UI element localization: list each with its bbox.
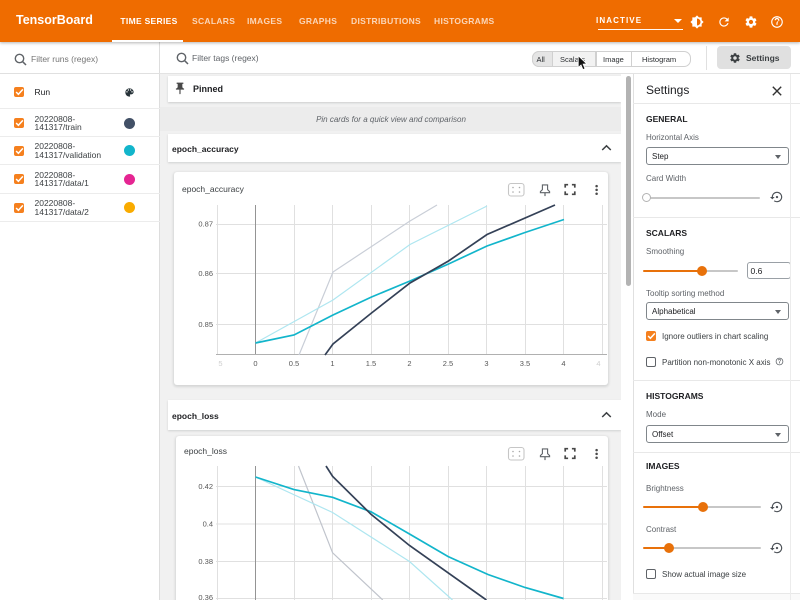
svg-text:0.42: 0.42 (198, 482, 213, 491)
svg-text:0.36: 0.36 (198, 593, 213, 600)
svg-text:0.85: 0.85 (198, 320, 213, 329)
svg-text:0.86: 0.86 (198, 269, 213, 278)
svg-text:0.38: 0.38 (198, 557, 213, 566)
svg-text:3: 3 (484, 359, 488, 368)
svg-text:1.5: 1.5 (366, 359, 376, 368)
svg-text:0.5: 0.5 (289, 359, 299, 368)
svg-text:4: 4 (561, 359, 565, 368)
svg-text:0: 0 (253, 359, 257, 368)
svg-text:2.5: 2.5 (443, 359, 453, 368)
svg-text:2: 2 (407, 359, 411, 368)
svg-text:4: 4 (596, 359, 600, 368)
svg-text:1: 1 (330, 359, 334, 368)
svg-text:0.87: 0.87 (198, 219, 213, 228)
svg-text:3.5: 3.5 (520, 359, 530, 368)
svg-text:5: 5 (218, 359, 222, 368)
svg-text:0.4: 0.4 (203, 520, 213, 529)
